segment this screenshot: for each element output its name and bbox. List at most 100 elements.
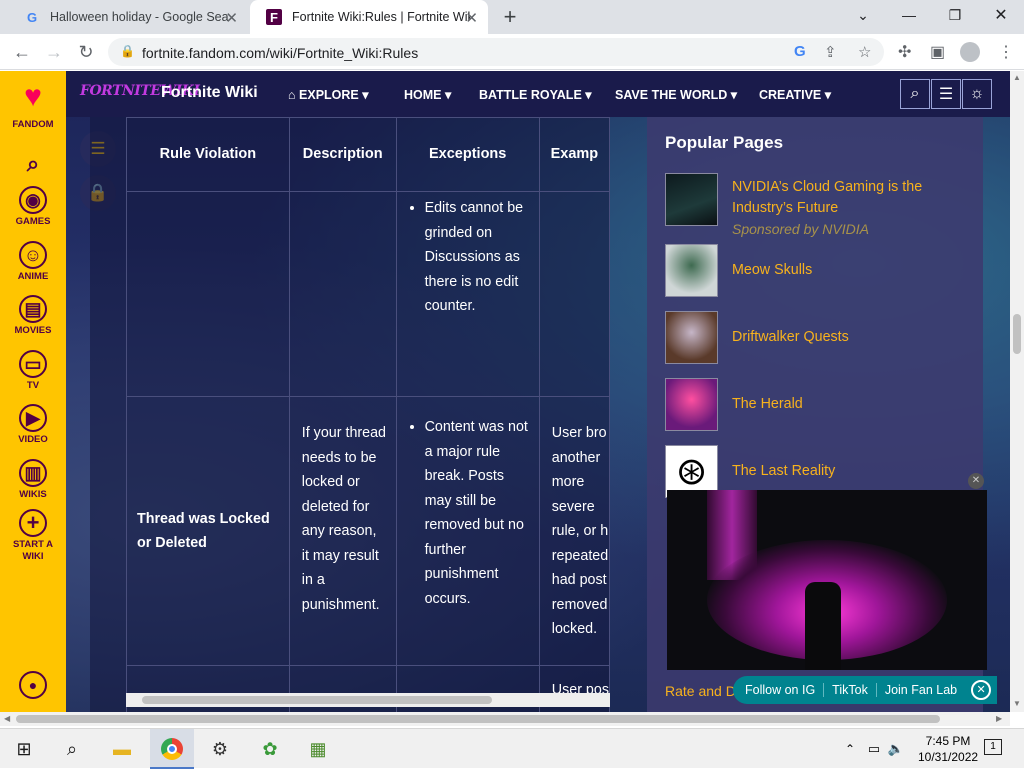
rules-table: Rule Violation Description Exceptions Ex…: [126, 117, 611, 712]
wiki-header: FORTNITEWIKI Fortnite Wiki ⌂ EXPLORE ▾ H…: [66, 71, 1010, 117]
sponsor-label: Sponsored by NVIDIA: [732, 221, 869, 237]
share-icon[interactable]: ⇪: [824, 43, 837, 61]
address-toolbar: ← → ↻ 🔒 fortnite.fandom.com/wiki/Fortnit…: [0, 34, 1024, 70]
menu-explore[interactable]: ⌂ EXPLORE ▾: [288, 87, 369, 102]
column-header: Rule Violation: [126, 117, 290, 192]
minimize-button[interactable]: —: [886, 0, 932, 30]
tab-title: Fortnite Wiki:Rules | Fortnite Wik: [292, 10, 470, 24]
chrome-icon: [161, 738, 183, 760]
reload-icon[interactable]: ↻: [74, 40, 98, 64]
exceptions-list: Content was not a major rule break. Post…: [417, 415, 533, 611]
join-fan-lab-link[interactable]: Join Fan Lab: [877, 683, 965, 697]
app-icon[interactable]: ✿: [258, 737, 282, 761]
table-horizontal-scrollbar[interactable]: [126, 693, 610, 707]
rail-video[interactable]: ▶ VIDEO: [0, 404, 66, 445]
file-explorer-icon[interactable]: ▬: [110, 737, 134, 761]
table-row: Thread was Locked or Deleted If your thr…: [126, 396, 611, 666]
back-arrow-icon[interactable]: ←: [10, 40, 34, 64]
spreadsheet-app-icon[interactable]: ▦: [306, 737, 330, 761]
rail-movies[interactable]: ▤ MOVIES: [0, 295, 66, 336]
fan-feed-bar: Follow on IG TikTok Join Fan Lab ✕: [733, 676, 997, 704]
tray-chevron-icon[interactable]: ⌃: [838, 737, 862, 761]
tab-google-search[interactable]: G Halloween holiday - Google Sear ✕: [8, 0, 248, 34]
popular-page-link[interactable]: The Last Reality: [732, 461, 962, 482]
tiktok-link[interactable]: TikTok: [824, 683, 877, 697]
rail-tv[interactable]: ▭ TV: [0, 350, 66, 391]
sun-icon: ☼: [969, 85, 985, 102]
popular-page-item[interactable]: Meow Skulls: [665, 244, 965, 298]
fandom-global-nav: ♥ FANDOM ⌕ ◉ GAMES ☺ ANIME ▤ MOVIES ▭ TV…: [0, 71, 66, 712]
page-vertical-scrollbar[interactable]: ▲ ▼: [1010, 71, 1024, 712]
theme-toggle-button[interactable]: ☼: [962, 79, 992, 109]
side-panel-icon[interactable]: ▣: [930, 42, 945, 62]
menu-creative[interactable]: CREATIVE ▾: [759, 87, 831, 102]
video-close-icon[interactable]: ✕: [968, 473, 984, 489]
page-horizontal-scrollbar[interactable]: ◀ ▶: [0, 712, 1010, 726]
rate-link[interactable]: Rate and D: [665, 683, 736, 699]
chrome-taskbar-button[interactable]: [150, 729, 194, 769]
scroll-up-arrow-icon[interactable]: ▲: [1013, 73, 1021, 82]
wiki-name[interactable]: Fortnite Wiki: [161, 84, 258, 102]
extensions-puzzle-icon[interactable]: ✣: [898, 42, 911, 62]
follow-ig-link[interactable]: Follow on IG: [733, 683, 825, 697]
fandom-logo[interactable]: ♥ FANDOM: [0, 77, 66, 130]
close-tab-icon[interactable]: ✕: [225, 9, 238, 27]
rail-account[interactable]: ●: [0, 671, 66, 701]
popular-page-link[interactable]: The Herald: [732, 394, 962, 415]
thumbnail-image: [665, 378, 718, 431]
chrome-menu-icon[interactable]: ⋮: [998, 42, 1014, 62]
search-icon[interactable]: ⌕: [60, 737, 84, 761]
rule-violation-cell: Thread was Locked or Deleted: [126, 396, 290, 666]
user-account-icon: ●: [19, 671, 47, 699]
bookmark-star-icon[interactable]: ☆: [858, 43, 871, 61]
google-lens-icon[interactable]: G: [794, 43, 806, 60]
profile-avatar-icon[interactable]: [960, 42, 980, 62]
new-tab-button[interactable]: +: [498, 4, 522, 30]
system-clock[interactable]: 7:45 PM 10/31/2022: [918, 733, 978, 765]
popular-page-item[interactable]: The Herald: [665, 378, 965, 432]
windows-start-icon[interactable]: ⊞: [12, 737, 36, 761]
windows-taskbar: ⊞ ⌕ ▬ ⚙ ✿ ▦ ⌃ ▭ 🔈 7:45 PM 10/31/2022 1: [0, 728, 1024, 769]
tab-fortnite-wiki[interactable]: F Fortnite Wiki:Rules | Fortnite Wik ✕: [250, 0, 488, 34]
tab-search-chevron-icon[interactable]: ⌄: [840, 0, 886, 30]
rail-games[interactable]: ◉ GAMES: [0, 186, 66, 227]
wiki-search-button[interactable]: ⌕: [900, 79, 930, 109]
thumbnail-image: [665, 244, 718, 297]
table-scroll-thumb[interactable]: [142, 696, 492, 704]
menu-save-the-world[interactable]: SAVE THE WORLD ▾: [615, 87, 737, 102]
popular-page-item[interactable]: NVIDIA’s Cloud Gaming is the Industry’s …: [665, 173, 965, 237]
address-bar[interactable]: 🔒 fortnite.fandom.com/wiki/Fortnite_Wiki…: [108, 38, 884, 66]
forward-arrow-icon[interactable]: →: [42, 40, 66, 64]
popular-page-link[interactable]: Driftwalker Quests: [732, 327, 962, 348]
popular-page-link[interactable]: NVIDIA’s Cloud Gaming is the Industry’s …: [732, 177, 962, 219]
lock-icon: 🔒: [120, 44, 135, 58]
settings-gear-icon[interactable]: ⚙: [208, 737, 232, 761]
rail-wikis[interactable]: ▥ WIKIS: [0, 459, 66, 500]
play-icon: ▶: [19, 404, 47, 432]
web-page: ♥ FANDOM ⌕ ◉ GAMES ☺ ANIME ▤ MOVIES ▭ TV…: [0, 71, 1010, 712]
close-window-button[interactable]: ✕: [978, 0, 1024, 30]
rail-anime[interactable]: ☺ ANIME: [0, 241, 66, 282]
discussions-button[interactable]: ☰: [931, 79, 961, 109]
volume-icon[interactable]: 🔈: [884, 737, 908, 761]
scroll-right-arrow-icon[interactable]: ▶: [996, 714, 1002, 723]
scroll-left-arrow-icon[interactable]: ◀: [4, 714, 10, 723]
restore-button[interactable]: ❐: [932, 0, 978, 30]
fandom-heart-logo-icon: ♥: [24, 80, 42, 113]
popular-page-item[interactable]: Driftwalker Quests: [665, 311, 965, 365]
scroll-down-arrow-icon[interactable]: ▼: [1013, 699, 1021, 708]
url-text: fortnite.fandom.com/wiki/Fortnite_Wiki:R…: [142, 45, 419, 61]
rail-start-wiki[interactable]: + START A WIKI: [0, 509, 66, 563]
close-tab-icon[interactable]: ✕: [465, 9, 478, 27]
notification-center-icon[interactable]: 1: [984, 739, 1002, 755]
page-hscroll-thumb[interactable]: [16, 715, 940, 723]
video-player[interactable]: [667, 490, 987, 670]
network-icon[interactable]: ▭: [862, 737, 886, 761]
menu-battle-royale[interactable]: BATTLE ROYALE ▾: [479, 87, 592, 102]
page-scroll-thumb[interactable]: [1013, 314, 1021, 354]
menu-home[interactable]: HOME ▾: [404, 87, 451, 102]
rail-search[interactable]: ⌕: [0, 149, 66, 181]
close-icon[interactable]: ✕: [971, 680, 992, 700]
popular-page-link[interactable]: Meow Skulls: [732, 260, 962, 281]
tv-icon: ▭: [19, 350, 47, 378]
